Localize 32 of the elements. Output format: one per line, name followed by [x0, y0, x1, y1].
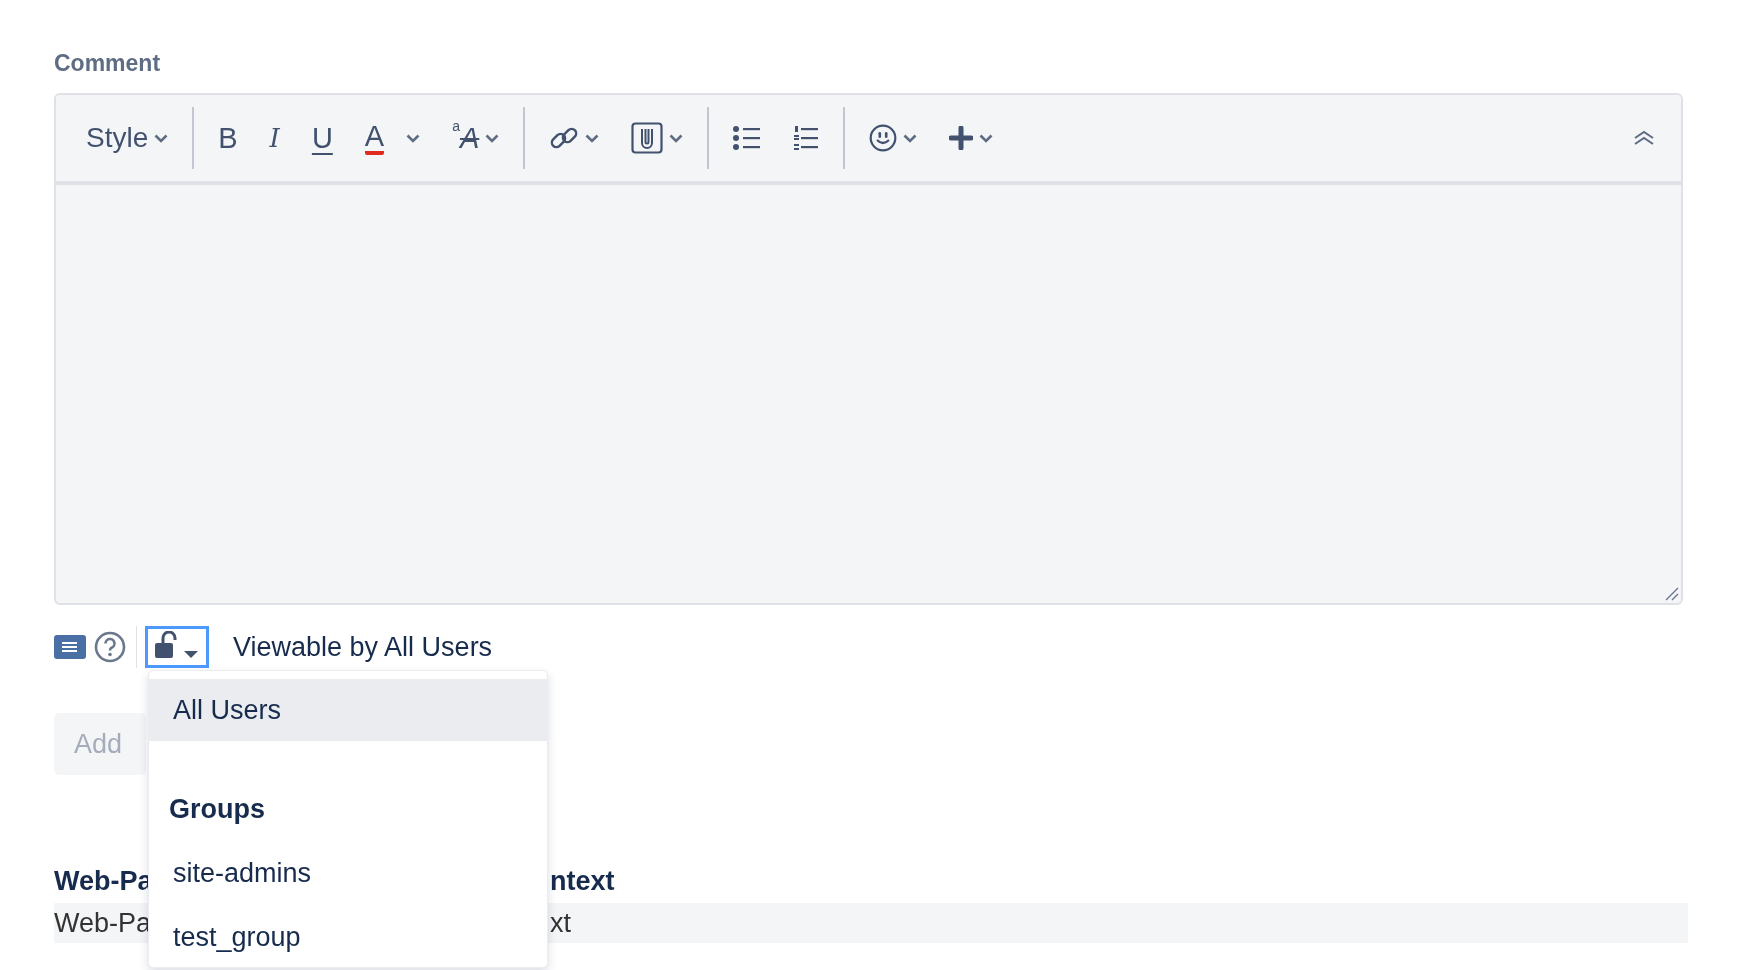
text-format-icon[interactable]: [54, 635, 86, 659]
caret-icon: [585, 133, 600, 143]
help-icon[interactable]: [94, 631, 126, 663]
menu-section-heading: Groups: [168, 792, 266, 826]
visibility-dropdown[interactable]: [145, 626, 209, 668]
resize-handle-icon[interactable]: [1663, 585, 1679, 601]
smiley-icon: [869, 124, 898, 152]
plus-icon: [949, 126, 974, 150]
caret-icon: [485, 133, 500, 143]
caret-icon: [154, 133, 169, 143]
column-heading: ntext: [550, 865, 615, 897]
caret-icon: [903, 133, 918, 143]
italic-button[interactable]: I: [257, 113, 292, 163]
caret-icon: [979, 133, 994, 143]
underline-button[interactable]: U: [299, 113, 345, 163]
table-cell: xt: [550, 907, 571, 939]
bulleted-list-icon: [733, 125, 762, 151]
table-cell: Web-Pa: [54, 907, 152, 939]
menu-item[interactable]: All Users: [149, 679, 547, 741]
menu-item[interactable]: test_group: [149, 906, 547, 968]
comment-label: Comment: [54, 50, 162, 78]
style-dropdown[interactable]: Style: [78, 113, 181, 163]
caret-icon: [183, 649, 199, 659]
double-chevron-up-icon: [1633, 130, 1655, 146]
numbered-list-icon: [793, 125, 820, 151]
paperclip-icon: [631, 122, 664, 154]
caret-icon: [669, 133, 684, 143]
bold-button[interactable]: B: [206, 113, 250, 163]
text-color-button[interactable]: A: [352, 113, 433, 163]
visibility-label: Viewable by All Users: [233, 631, 493, 663]
unlocked-padlock-icon: [154, 631, 180, 659]
caret-icon: [406, 133, 421, 143]
